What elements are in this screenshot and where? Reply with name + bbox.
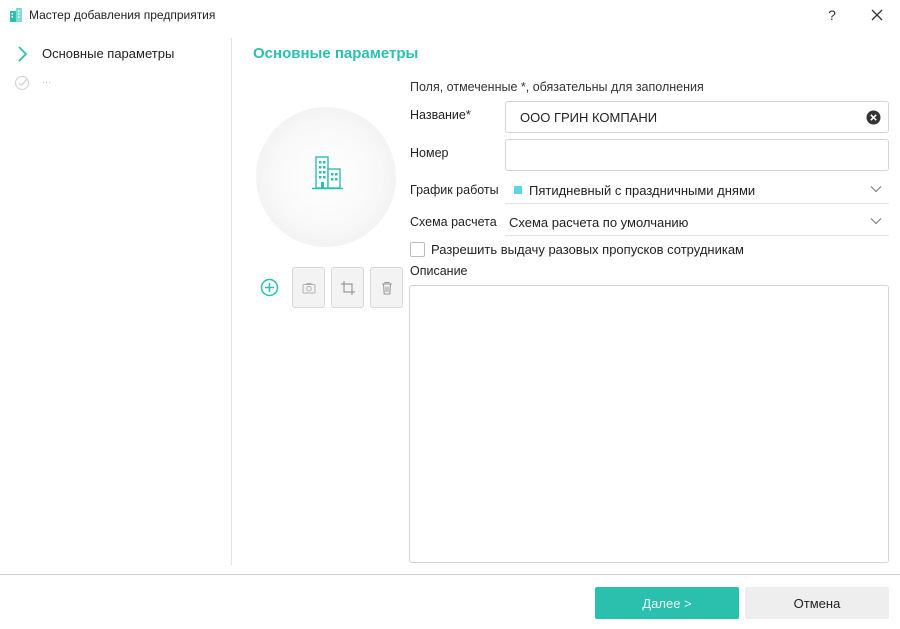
name-label: Название*: [410, 108, 471, 122]
schedule-color-swatch: [514, 186, 522, 194]
building-icon: [10, 8, 22, 22]
sidebar-step-label: ...: [42, 74, 52, 86]
footer-divider: [0, 574, 900, 575]
building-icon: [312, 156, 343, 190]
sidebar-step-main-parameters[interactable]: Основные параметры: [14, 43, 224, 63]
description-label: Описание: [410, 264, 468, 278]
trash-icon: [382, 281, 392, 295]
check-circle-icon: [14, 75, 30, 91]
number-input[interactable]: [505, 139, 889, 171]
one-time-passes-label[interactable]: Разрешить выдачу разовых пропусков сотру…: [431, 242, 744, 257]
one-time-passes-checkbox[interactable]: [410, 242, 425, 257]
name-input[interactable]: [505, 101, 889, 133]
scheme-label: Схема расчета: [410, 215, 497, 229]
camera-icon: [302, 283, 316, 294]
required-fields-note: Поля, отмеченные *, обязательны для запо…: [410, 80, 704, 94]
section-title: Основные параметры: [253, 45, 419, 62]
help-button[interactable]: ?: [824, 5, 840, 25]
scheme-value: Схема расчета по умолчанию: [509, 215, 689, 230]
description-textarea[interactable]: [409, 285, 889, 563]
chevron-down-icon: [870, 218, 882, 225]
scheme-select[interactable]: Схема расчета по умолчанию: [505, 208, 889, 236]
cancel-button[interactable]: Отмена: [745, 587, 889, 619]
crop-icon: [341, 281, 355, 295]
schedule-label: График работы: [410, 183, 499, 197]
next-button[interactable]: Далее >: [595, 587, 739, 619]
window-title: Мастер добавления предприятия: [29, 8, 216, 22]
number-label: Номер: [410, 146, 449, 160]
sidebar-step-label: Основные параметры: [42, 46, 175, 61]
sidebar-step-pending[interactable]: ...: [14, 72, 224, 92]
title-bar: Мастер добавления предприятия ?: [0, 0, 900, 30]
clear-input-icon[interactable]: [866, 110, 881, 125]
wizard-steps-sidebar: Основные параметры ...: [0, 38, 232, 565]
close-icon[interactable]: [868, 6, 886, 24]
schedule-select[interactable]: Пятидневный с праздничными днями: [505, 176, 889, 204]
crop-photo-button[interactable]: [331, 267, 364, 308]
take-photo-button[interactable]: [292, 267, 325, 308]
schedule-value: Пятидневный с праздничными днями: [529, 183, 756, 198]
chevron-down-icon: [870, 186, 882, 193]
delete-photo-button[interactable]: [370, 267, 403, 308]
add-circle-icon[interactable]: [260, 278, 279, 297]
chevron-right-icon: [18, 46, 28, 62]
